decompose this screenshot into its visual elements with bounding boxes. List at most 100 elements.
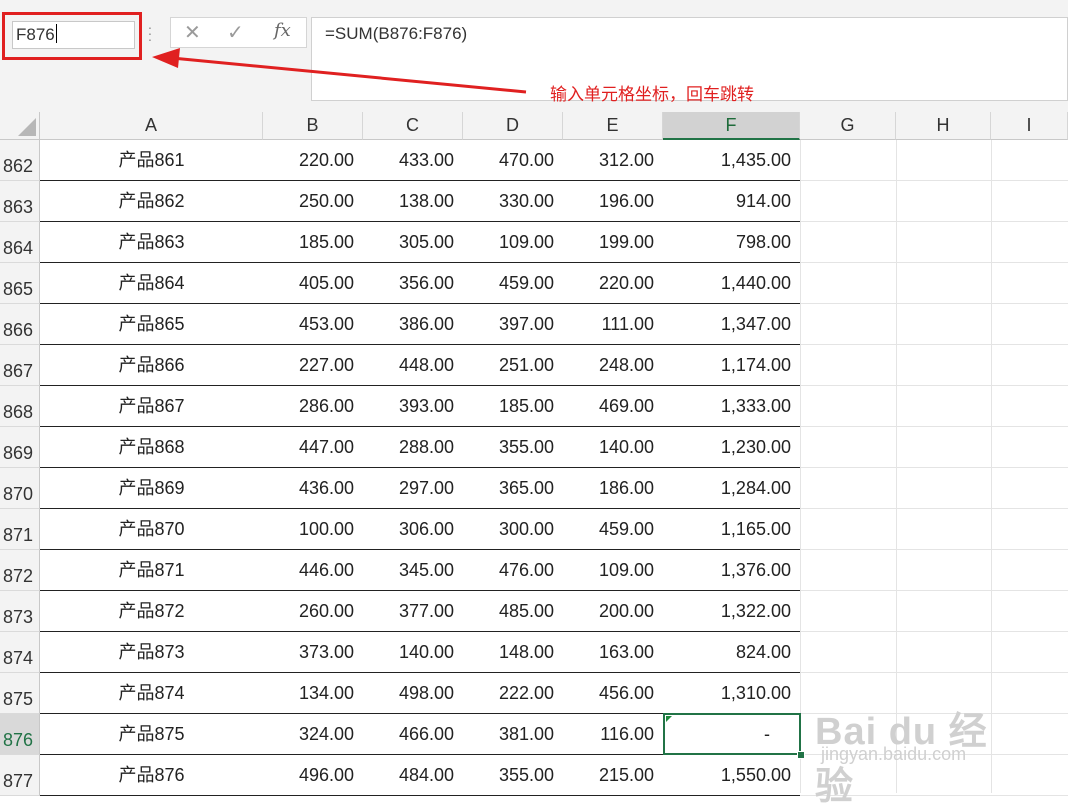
cell-c[interactable]: 386.00 [363,304,463,345]
cell-b[interactable]: 496.00 [263,755,363,796]
cell-c[interactable]: 498.00 [363,673,463,714]
cell-d[interactable]: 476.00 [463,550,563,591]
row-header[interactable]: 875 [0,673,40,714]
cell-f[interactable]: 1,310.00 [663,673,800,714]
cell-f[interactable]: 1,230.00 [663,427,800,468]
cell-e[interactable]: 116.00 [563,714,663,755]
cell-d[interactable]: 459.00 [463,263,563,304]
row-header[interactable]: 877 [0,755,40,796]
cell-b[interactable]: 446.00 [263,550,363,591]
cell-e[interactable]: 111.00 [563,304,663,345]
cell-a[interactable]: 产品875 [40,714,263,755]
cell-e[interactable]: 469.00 [563,386,663,427]
cell-c[interactable]: 356.00 [363,263,463,304]
cell-f[interactable]: 1,376.00 [663,550,800,591]
cell-e[interactable]: 186.00 [563,468,663,509]
row-header[interactable]: 862 [0,140,40,181]
cell-f[interactable]: 1,322.00 [663,591,800,632]
cell-c[interactable]: 377.00 [363,591,463,632]
cell-e[interactable]: 312.00 [563,140,663,181]
cell-a[interactable]: 产品861 [40,140,263,181]
cell-c[interactable]: 484.00 [363,755,463,796]
cell-b[interactable]: 134.00 [263,673,363,714]
cell-d[interactable]: 381.00 [463,714,563,755]
cell-f[interactable]: 914.00 [663,181,800,222]
cell-c[interactable]: 345.00 [363,550,463,591]
cell-b[interactable]: 436.00 [263,468,363,509]
cell-d[interactable]: 300.00 [463,509,563,550]
cell-a[interactable]: 产品863 [40,222,263,263]
cell-c[interactable]: 297.00 [363,468,463,509]
cell-a[interactable]: 产品874 [40,673,263,714]
row-header[interactable]: 874 [0,632,40,673]
cell-a[interactable]: 产品862 [40,181,263,222]
cell-a[interactable]: 产品865 [40,304,263,345]
cell-b[interactable]: 260.00 [263,591,363,632]
cell-b[interactable]: 250.00 [263,181,363,222]
column-header-f[interactable]: F [663,112,800,140]
cell-e[interactable]: 140.00 [563,427,663,468]
cell-c[interactable]: 288.00 [363,427,463,468]
cell-b[interactable]: 453.00 [263,304,363,345]
row-header[interactable]: 872 [0,550,40,591]
cell-c[interactable]: 140.00 [363,632,463,673]
cell-d[interactable]: 222.00 [463,673,563,714]
row-header[interactable]: 864 [0,222,40,263]
row-header[interactable]: 863 [0,181,40,222]
cell-c[interactable]: 433.00 [363,140,463,181]
row-header[interactable]: 871 [0,509,40,550]
cell-e[interactable]: 215.00 [563,755,663,796]
column-header-h[interactable]: H [896,112,991,140]
cell-e[interactable]: 163.00 [563,632,663,673]
cell-f[interactable]: 1,347.00 [663,304,800,345]
cell-b[interactable]: 324.00 [263,714,363,755]
row-header[interactable]: 870 [0,468,40,509]
cell-a[interactable]: 产品876 [40,755,263,796]
cell-d[interactable]: 470.00 [463,140,563,181]
cell-f[interactable]: 1,174.00 [663,345,800,386]
cell-a[interactable]: 产品869 [40,468,263,509]
row-header[interactable]: 876 [0,714,40,755]
cell-d[interactable]: 109.00 [463,222,563,263]
cell-a[interactable]: 产品868 [40,427,263,468]
cell-f[interactable]: 1,333.00 [663,386,800,427]
cell-e[interactable]: 196.00 [563,181,663,222]
cell-e[interactable]: 220.00 [563,263,663,304]
cell-a[interactable]: 产品867 [40,386,263,427]
cell-d[interactable]: 185.00 [463,386,563,427]
select-all-button[interactable] [0,112,40,140]
cell-d[interactable]: 365.00 [463,468,563,509]
cell-a[interactable]: 产品872 [40,591,263,632]
row-header[interactable]: 869 [0,427,40,468]
cell-d[interactable]: 355.00 [463,427,563,468]
row-header[interactable]: 867 [0,345,40,386]
cell-f[interactable]: 1,165.00 [663,509,800,550]
row-header[interactable]: 865 [0,263,40,304]
fill-handle[interactable] [797,751,805,759]
cell-a[interactable]: 产品873 [40,632,263,673]
cell-f[interactable]: 798.00 [663,222,800,263]
cell-a[interactable]: 产品866 [40,345,263,386]
cell-d[interactable]: 397.00 [463,304,563,345]
cell-d[interactable]: 485.00 [463,591,563,632]
cell-e[interactable]: 459.00 [563,509,663,550]
cell-c[interactable]: 393.00 [363,386,463,427]
cell-a[interactable]: 产品871 [40,550,263,591]
cell-f[interactable]: 824.00 [663,632,800,673]
column-header-d[interactable]: D [463,112,563,140]
cell-e[interactable]: 109.00 [563,550,663,591]
cell-b[interactable]: 100.00 [263,509,363,550]
row-header[interactable]: 868 [0,386,40,427]
column-header-c[interactable]: C [363,112,463,140]
cell-c[interactable]: 138.00 [363,181,463,222]
cell-c[interactable]: 448.00 [363,345,463,386]
cell-c[interactable]: 466.00 [363,714,463,755]
column-header-i[interactable]: I [991,112,1068,140]
cell-e[interactable]: 248.00 [563,345,663,386]
cell-b[interactable]: 220.00 [263,140,363,181]
cell-b[interactable]: 405.00 [263,263,363,304]
cell-e[interactable]: 456.00 [563,673,663,714]
cell-f[interactable]: 1,435.00 [663,140,800,181]
cell-c[interactable]: 306.00 [363,509,463,550]
cell-f[interactable]: 1,550.00 [663,755,800,796]
